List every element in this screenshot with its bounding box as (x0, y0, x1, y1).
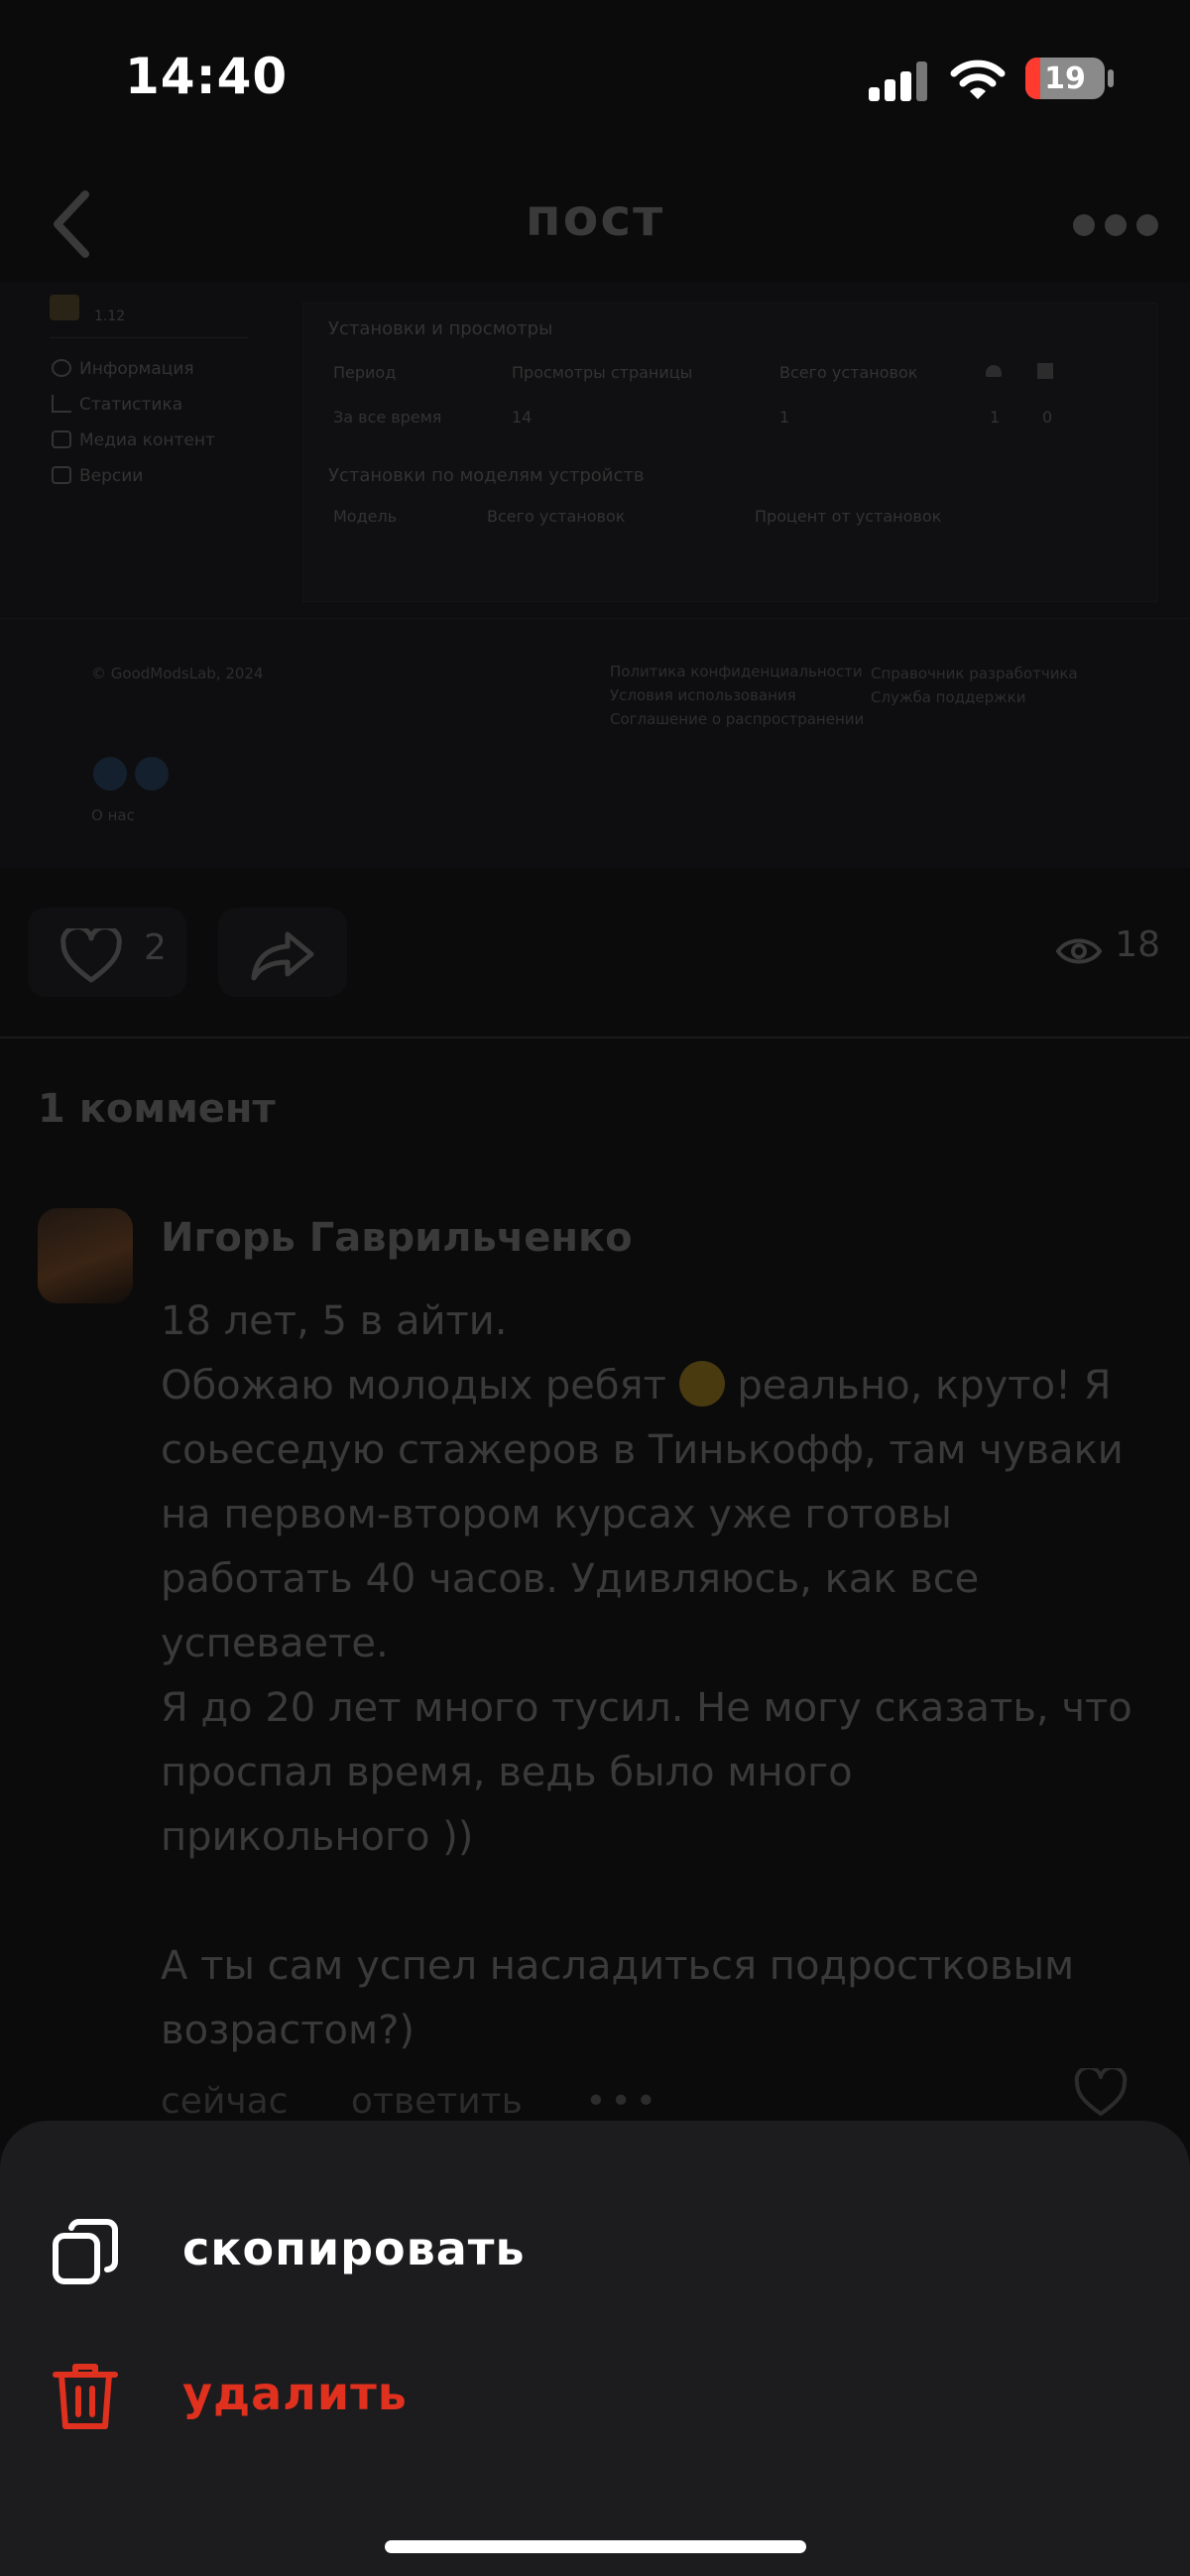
table-header: Всего установок (487, 507, 626, 526)
installs-section-title: Установки и просмотры (328, 318, 553, 339)
delete-button[interactable]: удалить (0, 2341, 1190, 2450)
sidebar-item-media: Медиа контент (52, 430, 215, 450)
comment-line: проспал время, ведь было много (161, 1750, 853, 1795)
comment-line: прикольного )) (161, 1814, 474, 1860)
comment-time: сейчас (161, 2081, 289, 2122)
table-header: Процент от установок (755, 507, 942, 526)
table-cell: 1 (779, 408, 790, 427)
like-count: 2 (144, 927, 167, 968)
sidebar-divider (50, 337, 248, 338)
camera-icon (52, 430, 71, 448)
more-menu-button[interactable] (1071, 206, 1160, 242)
cellular-signal-icon (869, 61, 928, 101)
comment-line-part: Обожаю молодых ребят (161, 1363, 666, 1409)
eye-icon (1055, 938, 1103, 964)
comment-line: 18 лет, 5 в айти. (161, 1298, 508, 1344)
chart-icon (52, 395, 71, 413)
models-section-title: Установки по моделям устройств (328, 465, 645, 486)
copy-label: скопировать (182, 2222, 526, 2275)
trash-icon (53, 2364, 118, 2429)
upside-down-face-emoji-icon (678, 1361, 725, 1407)
copy-icon (53, 2219, 118, 2284)
comment-line: возрастом?) (161, 2008, 415, 2053)
table-header: Модель (333, 507, 398, 526)
comment-more-icon[interactable]: ••• (585, 2081, 660, 2122)
sidebar-item-stats: Статистика (52, 395, 182, 415)
vk-icon (93, 757, 127, 791)
android-icon (986, 365, 1002, 377)
windows-icon (1037, 363, 1053, 379)
avatar[interactable] (38, 1208, 133, 1303)
copyright: © GoodModsLab, 2024 (91, 665, 264, 682)
reply-button[interactable]: ответить (351, 2081, 523, 2122)
comment-line: успеваете. (161, 1621, 389, 1666)
table-header: Период (333, 363, 397, 382)
page-title: пост (525, 188, 665, 248)
comment-text: 18 лет, 5 в айти. Обожаю молодых ребят р… (161, 1289, 1142, 2063)
table-header: Всего установок (779, 363, 918, 382)
table-cell: За все время (333, 408, 442, 427)
comment-blank-line (161, 1870, 1142, 1934)
sidebar-item-label: Статистика (79, 395, 183, 415)
sidebar-item-info: Информация (52, 359, 194, 379)
comment-line: Обожаю молодых ребят реально, круто! Я (161, 1354, 1142, 1418)
comment-line: работать 40 часов. Удивляюсь, как все (161, 1556, 980, 1602)
footer-link: Служба поддержки (871, 688, 1026, 706)
battery-level: 19 (1044, 61, 1086, 96)
comments-count: 1 коммент (38, 1086, 276, 1132)
copy-button[interactable]: скопировать (0, 2196, 1190, 2305)
footer-divider (0, 618, 1190, 619)
wifi-icon (950, 60, 1006, 99)
info-icon (52, 359, 71, 377)
comment-line: А ты сам успел насладиться подростковым (161, 1943, 1075, 1989)
post-image[interactable]: 1.12 Информация Статистика Медиа контент… (0, 283, 1190, 868)
home-indicator[interactable] (385, 2540, 806, 2553)
battery-tip (1108, 69, 1114, 87)
action-sheet: скопировать удалить (0, 2121, 1190, 2576)
sidebar-item-label: Версии (79, 466, 144, 486)
app-version: 1.12 (94, 308, 126, 324)
sidebar-item-label: Медиа контент (79, 430, 215, 450)
post-screen: 14:40 19 пост 1.12 Информация Статистика (0, 0, 1190, 2576)
comment-line: Я до 20 лет много тусил. Не могу сказать… (161, 1685, 1132, 1731)
stats-panel: Установки и просмотры Период Просмотры с… (302, 303, 1157, 602)
app-logo (50, 295, 79, 320)
box-icon (52, 466, 71, 484)
heart-icon (60, 928, 122, 983)
sidebar-item-label: Информация (79, 359, 194, 379)
section-divider (0, 1037, 1190, 1039)
about-link: О нас (91, 806, 135, 824)
footer-link: Условия использования (610, 686, 796, 704)
status-time: 14:40 (125, 48, 289, 105)
comment-author[interactable]: Игорь Гаврильченко (161, 1215, 633, 1261)
table-cell: 0 (1042, 408, 1053, 427)
footer-link: Справочник разработчика (871, 665, 1078, 682)
comment-like-heart-icon[interactable] (1073, 2068, 1129, 2118)
status-bar: 14:40 19 (0, 0, 1190, 159)
battery-icon: 19 (1025, 58, 1105, 99)
footer-link: Соглашение о распространении (610, 710, 865, 728)
comment-line-part: реально, круто! Я (737, 1363, 1112, 1409)
views-count: 18 (1115, 924, 1160, 965)
table-cell: 1 (990, 408, 1001, 427)
table-header: Просмотры страницы (512, 363, 693, 382)
delete-label: удалить (182, 2367, 408, 2420)
comment-line: соьеседую стажеров в Тинькофф, там чувак… (161, 1427, 1124, 1473)
footer-link: Политика конфиденциальности (610, 663, 863, 680)
table-cell: 14 (512, 408, 533, 427)
sidebar-item-versions: Версии (52, 466, 143, 486)
post-actions: 2 18 (0, 863, 1190, 1037)
share-arrow-icon (251, 931, 314, 981)
comment-line: на первом-втором курсах уже готовы (161, 1492, 952, 1537)
telegram-icon (135, 757, 169, 791)
comment-meta: сейчас ответить ••• (161, 2081, 712, 2122)
